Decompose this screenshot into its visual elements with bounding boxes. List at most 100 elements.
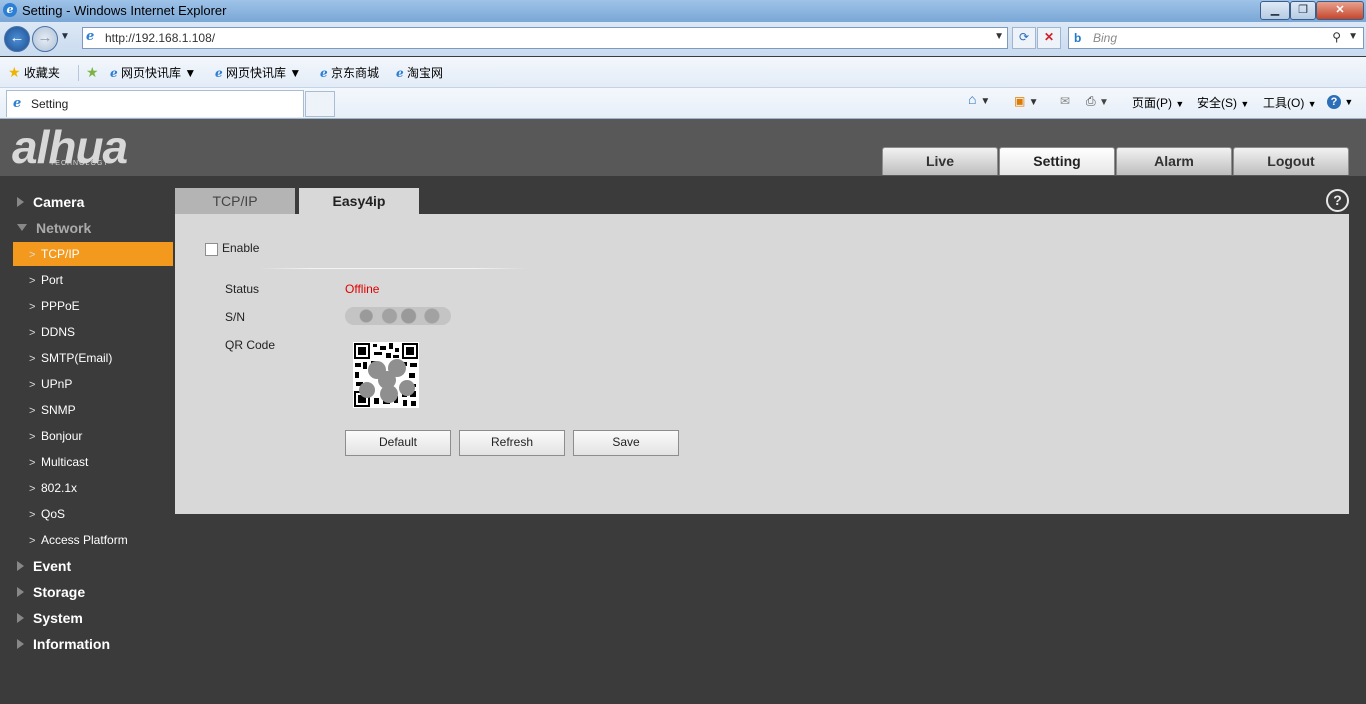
divider	[78, 65, 79, 81]
sidebar-item-ddns[interactable]: > DDNS	[13, 320, 173, 344]
easy4ip-panel: Enable Status Offline S/N QR Code Defaul…	[175, 214, 1349, 514]
ie-page-icon: e	[396, 66, 404, 80]
minimize-button[interactable]: ▁	[1260, 1, 1290, 20]
sidebar-item-port[interactable]: > Port	[13, 268, 173, 292]
chevron-right-icon: >	[29, 509, 36, 521]
divider	[258, 268, 528, 269]
tab-live[interactable]: Live	[882, 147, 998, 175]
address-toolbar: ← → ▼ e http://192.168.1.108/ ▼ ⟳ ✕ b Bi…	[0, 22, 1366, 56]
sidebar-item-bonjour[interactable]: > Bonjour	[13, 424, 173, 448]
safety-menu[interactable]: 安全(S) ▼	[1197, 94, 1249, 111]
browser-tab-row: e Setting ⌂ ▼ ▣ ▼ ✉ ⎙ ▼ 页面(P) ▼ 安全(S) ▼ …	[0, 88, 1366, 119]
page-menu[interactable]: 页面(P) ▼	[1132, 94, 1184, 111]
sidebar-item-qos[interactable]: > QoS	[13, 502, 173, 526]
sidebar-item-8021x[interactable]: >802.1x	[13, 476, 173, 500]
favorite-item[interactable]: e 京东商城	[320, 64, 379, 81]
favorite-item[interactable]: e 网页快讯库 ▼	[215, 64, 301, 81]
favorites-bar: ★ 收藏夹 ★ e 网页快讯库 ▼ e 网页快讯库 ▼ e 京东商城 e 淘宝网	[0, 57, 1366, 88]
home-icon[interactable]: ⌂ ▼	[968, 91, 990, 107]
default-button[interactable]: Default	[345, 430, 451, 456]
favorite-label: 网页快讯库	[225, 66, 286, 80]
chevron-right-icon: >	[29, 483, 36, 495]
expand-arrow-icon	[17, 639, 24, 650]
chevron-right-icon: >	[29, 457, 36, 469]
address-url[interactable]: http://192.168.1.108/	[105, 31, 215, 45]
refresh-icon[interactable]: ⟳	[1012, 27, 1036, 49]
favorite-item[interactable]: e 淘宝网	[396, 64, 443, 81]
expand-arrow-icon	[17, 613, 24, 624]
chevron-right-icon: >	[29, 301, 36, 313]
status-label: Status	[225, 282, 260, 296]
sidebar-category-camera[interactable]: Camera	[17, 194, 84, 210]
bing-icon: b	[1074, 31, 1082, 45]
back-button[interactable]: ←	[4, 26, 30, 52]
search-placeholder[interactable]: Bing	[1093, 31, 1117, 45]
feeds-icon[interactable]: ▣ ▼	[1014, 94, 1039, 108]
search-dropdown-icon[interactable]: ▼	[1348, 31, 1358, 42]
browser-tab-title: Setting	[31, 97, 69, 111]
tab-logout[interactable]: Logout	[1233, 147, 1349, 175]
favorite-label: 京东商城	[330, 66, 379, 80]
ie-icon: e	[3, 3, 17, 17]
ie-page-icon: e	[215, 66, 223, 80]
sidebar-item-snmp[interactable]: > SNMP	[13, 398, 173, 422]
qr-label: QR Code	[225, 338, 276, 352]
search-icon[interactable]: ⚲	[1332, 30, 1341, 44]
sidebar-item-upnp[interactable]: > UPnP	[13, 372, 173, 396]
refresh-button[interactable]: Refresh	[459, 430, 565, 456]
expand-arrow-icon	[17, 197, 24, 208]
chevron-right-icon: >	[29, 535, 36, 547]
favorites-button[interactable]: ★ 收藏夹	[8, 64, 60, 81]
tab-alarm[interactable]: Alarm	[1116, 147, 1232, 175]
address-bar[interactable]: e http://192.168.1.108/ ▼	[82, 27, 1008, 49]
window-titlebar: e Setting - Windows Internet Explorer ▁ …	[0, 0, 1366, 22]
mail-icon[interactable]: ✉	[1060, 94, 1070, 108]
sidebar-category-information[interactable]: Information	[17, 636, 110, 652]
sidebar-item-multicast[interactable]: > Multicast	[13, 450, 173, 474]
favorites-label: 收藏夹	[23, 66, 60, 80]
chevron-right-icon: >	[29, 405, 36, 417]
chevron-right-icon: >	[29, 327, 36, 339]
tools-menu[interactable]: 工具(O) ▼	[1263, 94, 1317, 111]
expand-arrow-icon	[17, 561, 24, 572]
favorite-item[interactable]: e 网页快讯库 ▼	[110, 64, 196, 81]
sidebar-item-access-platform[interactable]: > Access Platform	[13, 528, 173, 552]
maximize-button[interactable]: ❐	[1290, 1, 1316, 20]
sidebar-item-tcpip[interactable]: > TCP/IP	[13, 242, 173, 266]
tab-easy4ip[interactable]: Easy4ip	[299, 188, 419, 214]
chevron-right-icon: >	[29, 353, 36, 365]
sidebar-item-pppoe[interactable]: > PPPoE	[13, 294, 173, 318]
app-header: alhua TECHNOLOGY Live Setting Alarm Logo…	[0, 119, 1366, 176]
sidebar-category-storage[interactable]: Storage	[17, 584, 85, 600]
window-title: Setting - Windows Internet Explorer	[22, 3, 227, 18]
star-icon: ★	[8, 64, 21, 80]
search-box[interactable]: b Bing ⚲ ▼	[1068, 27, 1364, 49]
help-menu[interactable]: ? ▼	[1327, 94, 1353, 109]
chevron-right-icon: >	[29, 249, 36, 261]
address-dropdown-icon[interactable]: ▼	[994, 31, 1004, 42]
ie-page-icon: e	[13, 96, 22, 111]
enable-checkbox[interactable]	[205, 243, 218, 256]
ie-page-icon: e	[320, 66, 328, 80]
forward-button[interactable]: →	[32, 26, 58, 52]
expand-arrow-icon	[17, 587, 24, 598]
new-tab-button[interactable]	[305, 91, 335, 117]
favorite-label: 网页快讯库	[120, 66, 181, 80]
close-button[interactable]: ✕	[1316, 1, 1364, 20]
tools-menu-label: 工具(O)	[1263, 96, 1305, 110]
sidebar-category-event[interactable]: Event	[17, 558, 71, 574]
chevron-right-icon: >	[29, 431, 36, 443]
tab-tcpip[interactable]: TCP/IP	[175, 188, 295, 214]
sn-label: S/N	[225, 310, 246, 324]
save-button[interactable]: Save	[573, 430, 679, 456]
tab-setting[interactable]: Setting	[999, 147, 1115, 175]
browser-tab[interactable]: e Setting	[6, 90, 304, 117]
add-favorite-icon[interactable]: ★	[86, 64, 99, 81]
help-icon[interactable]: ?	[1326, 189, 1349, 212]
sidebar-category-system[interactable]: System	[17, 610, 83, 626]
print-icon[interactable]: ⎙ ▼	[1086, 94, 1109, 109]
stop-icon[interactable]: ✕	[1037, 27, 1061, 49]
sidebar-category-network[interactable]: Network	[17, 220, 91, 236]
sidebar-item-smtp[interactable]: > SMTP(Email)	[13, 346, 173, 370]
history-dropdown-icon[interactable]: ▼	[60, 31, 70, 42]
